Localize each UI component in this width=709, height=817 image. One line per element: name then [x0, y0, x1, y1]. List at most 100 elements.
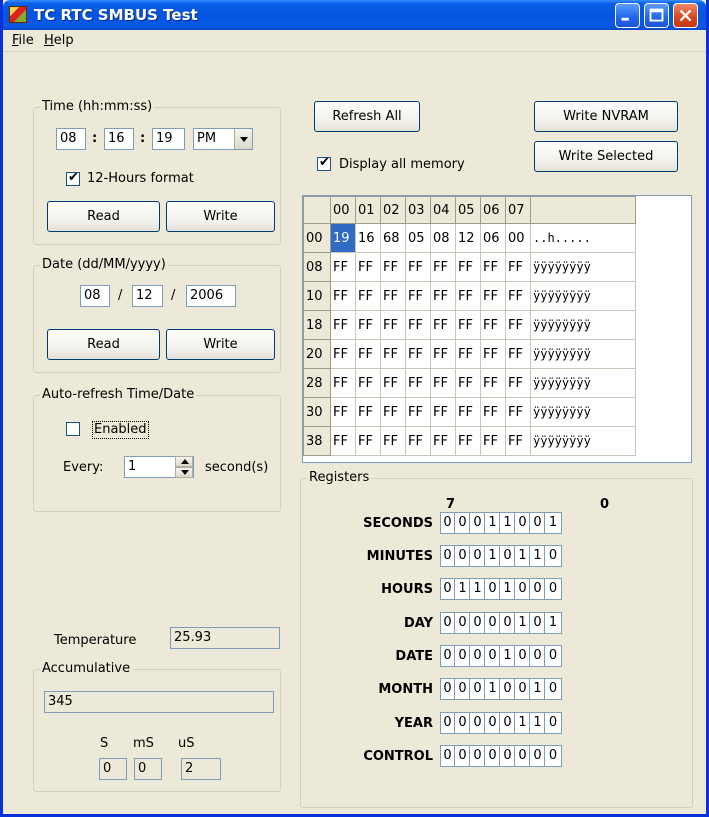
menu-file[interactable]: File	[12, 33, 34, 48]
register-bit[interactable]: 0	[456, 613, 470, 633]
register-bit[interactable]: 0	[546, 646, 560, 666]
ampm-select[interactable]: PM	[193, 128, 253, 150]
memory-cell[interactable]: FF	[330, 281, 356, 311]
time-read-button[interactable]: Read	[47, 201, 160, 232]
register-bit[interactable]: 1	[516, 713, 530, 733]
spinner-buttons[interactable]	[175, 456, 193, 478]
memory-cell[interactable]: FF	[430, 397, 456, 427]
memory-cell[interactable]: 00	[505, 223, 531, 253]
register-bit[interactable]: 1	[501, 579, 515, 599]
register-bit[interactable]: 0	[546, 579, 560, 599]
memory-cell[interactable]: FF	[480, 281, 506, 311]
register-bit[interactable]: 0	[456, 513, 470, 533]
register-bit[interactable]: 0	[501, 613, 515, 633]
memory-row-address[interactable]: 30	[303, 397, 331, 427]
ampm-dropdown-button[interactable]	[234, 129, 252, 149]
register-bit[interactable]: 1	[486, 513, 500, 533]
memory-cell[interactable]: FF	[455, 339, 481, 369]
memory-row-address[interactable]: 28	[303, 368, 331, 398]
register-bit[interactable]: 0	[531, 746, 545, 766]
memory-cell[interactable]: FF	[405, 310, 431, 340]
memory-cell[interactable]: FF	[380, 252, 406, 282]
twelve-hour-checkbox[interactable]: ✔	[66, 170, 80, 186]
memory-cell[interactable]: FF	[480, 252, 506, 282]
memory-row-address[interactable]: 00	[303, 223, 331, 253]
memory-cell[interactable]: FF	[380, 281, 406, 311]
memory-cell[interactable]: FF	[355, 426, 381, 456]
memory-cell[interactable]: 06	[480, 223, 506, 253]
title-bar[interactable]: TC RTC SMBUS Test	[3, 0, 706, 30]
memory-cell[interactable]: FF	[430, 339, 456, 369]
date-year-input[interactable]: 2006	[186, 285, 236, 307]
memory-row-address[interactable]: 20	[303, 339, 331, 369]
memory-cell[interactable]: 12	[455, 223, 481, 253]
register-bit[interactable]: 0	[471, 679, 485, 699]
memory-cell[interactable]: 68	[380, 223, 406, 253]
memory-cell[interactable]: FF	[505, 368, 531, 398]
register-bit[interactable]: 0	[516, 579, 530, 599]
memory-row-address[interactable]: 08	[303, 252, 331, 282]
memory-cell[interactable]: FF	[355, 368, 381, 398]
minimize-button[interactable]	[615, 3, 640, 28]
memory-cell[interactable]: FF	[505, 397, 531, 427]
memory-ascii-cell[interactable]: ÿÿÿÿÿÿÿÿ	[530, 310, 636, 340]
menu-help[interactable]: Help	[44, 33, 74, 48]
memory-row-address[interactable]: 10	[303, 281, 331, 311]
memory-cell[interactable]: FF	[405, 426, 431, 456]
memory-column-header[interactable]: 04	[430, 196, 456, 224]
date-write-button[interactable]: Write	[166, 329, 275, 360]
memory-ascii-cell[interactable]: ÿÿÿÿÿÿÿÿ	[530, 426, 636, 456]
register-bit[interactable]: 1	[531, 546, 545, 566]
memory-cell[interactable]: FF	[505, 310, 531, 340]
date-month-input[interactable]: 12	[132, 285, 163, 307]
register-bit[interactable]: 0	[441, 713, 455, 733]
memory-cell[interactable]: FF	[405, 368, 431, 398]
memory-cell[interactable]: FF	[355, 339, 381, 369]
memory-cell[interactable]: FF	[380, 310, 406, 340]
register-bit[interactable]: 1	[516, 546, 530, 566]
date-day-input[interactable]: 08	[80, 285, 110, 307]
memory-cell[interactable]: FF	[505, 281, 531, 311]
memory-column-header[interactable]: 05	[455, 196, 481, 224]
register-bit[interactable]: 0	[501, 713, 515, 733]
register-bit[interactable]: 0	[471, 513, 485, 533]
register-bit[interactable]: 0	[486, 646, 500, 666]
register-bit[interactable]: 0	[441, 579, 455, 599]
memory-ascii-cell[interactable]: ÿÿÿÿÿÿÿÿ	[530, 368, 636, 398]
register-bit[interactable]: 0	[471, 713, 485, 733]
app-icon[interactable]	[9, 6, 27, 23]
register-bit[interactable]: 1	[531, 713, 545, 733]
memory-cell[interactable]: FF	[330, 397, 356, 427]
time-hours-input[interactable]: 08	[56, 128, 86, 150]
memory-cell[interactable]: FF	[455, 252, 481, 282]
memory-ascii-cell[interactable]: ÿÿÿÿÿÿÿÿ	[530, 281, 636, 311]
memory-cell[interactable]: FF	[405, 339, 431, 369]
memory-cell[interactable]: 08	[430, 223, 456, 253]
register-bit[interactable]: 0	[486, 579, 500, 599]
register-bit[interactable]: 0	[516, 746, 530, 766]
memory-cell[interactable]: FF	[430, 310, 456, 340]
memory-cell[interactable]: 19	[330, 223, 356, 253]
refresh-interval-spinner[interactable]: 1	[124, 456, 194, 478]
memory-row-address[interactable]: 18	[303, 310, 331, 340]
memory-cell[interactable]: FF	[505, 339, 531, 369]
register-bit[interactable]: 0	[531, 579, 545, 599]
memory-cell[interactable]: FF	[430, 368, 456, 398]
register-bit[interactable]: 1	[546, 513, 560, 533]
register-bit[interactable]: 0	[441, 546, 455, 566]
register-bit[interactable]: 0	[471, 746, 485, 766]
memory-column-header[interactable]: 07	[505, 196, 531, 224]
register-bit[interactable]: 1	[501, 646, 515, 666]
register-bit[interactable]: 0	[471, 546, 485, 566]
memory-cell[interactable]: FF	[505, 252, 531, 282]
refresh-all-button[interactable]: Refresh All	[314, 101, 420, 132]
register-bit[interactable]: 0	[486, 613, 500, 633]
spinner-up-button[interactable]	[175, 456, 193, 467]
memory-column-header[interactable]: 06	[480, 196, 506, 224]
memory-cell[interactable]: FF	[505, 426, 531, 456]
memory-cell[interactable]: FF	[455, 426, 481, 456]
memory-ascii-cell[interactable]: ÿÿÿÿÿÿÿÿ	[530, 339, 636, 369]
register-bit[interactable]: 0	[531, 513, 545, 533]
register-bit[interactable]: 0	[501, 679, 515, 699]
memory-ascii-header[interactable]	[530, 196, 636, 224]
